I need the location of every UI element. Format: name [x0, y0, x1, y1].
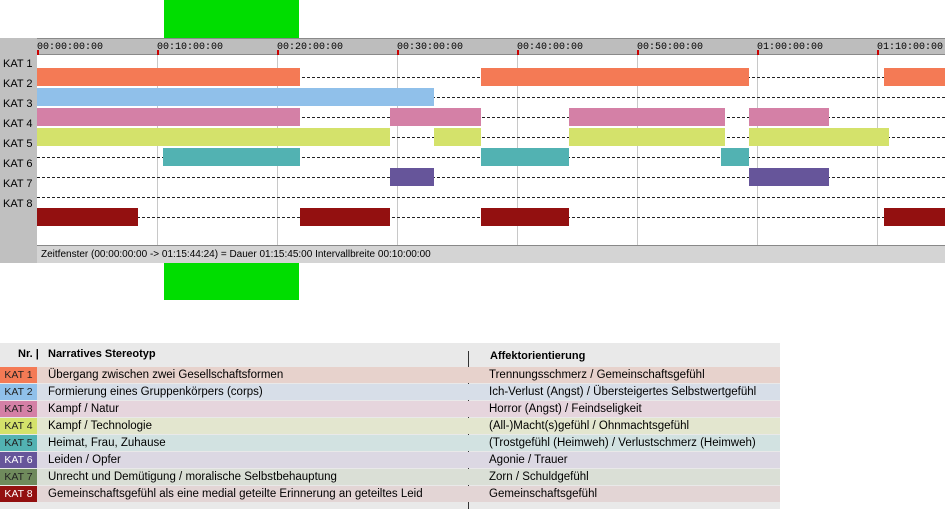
segment-bar-kat-4[interactable] — [569, 128, 725, 146]
lane-line — [37, 197, 945, 198]
segment-bar-kat-1[interactable] — [37, 68, 300, 86]
affect-text: (All-)Macht(s)gefühl / Ohnmachtsgefühl — [489, 420, 690, 432]
highlight-window-top — [164, 0, 299, 38]
segment-bar-kat-3[interactable] — [37, 108, 300, 126]
tick-label: 00:40:00:00 — [517, 42, 584, 53]
category-badge: KAT 3 — [0, 401, 37, 417]
legend-header-stereotype: Narratives Stereotyp — [48, 348, 156, 360]
affect-text: Zorn / Schuldgefühl — [489, 471, 589, 483]
legend-header-affect: Affektorientierung — [490, 350, 586, 362]
segment-bar-kat-3[interactable] — [569, 108, 725, 126]
row-label: KAT 3 — [3, 98, 33, 110]
segment-bar-kat-3[interactable] — [749, 108, 829, 126]
row-label: KAT 2 — [3, 78, 33, 90]
segment-bar-kat-4[interactable] — [37, 128, 390, 146]
category-badge: KAT 6 — [0, 452, 37, 468]
legend-row-background — [37, 401, 780, 417]
segment-bar-kat-2[interactable] — [37, 88, 434, 106]
row-label: KAT 7 — [3, 178, 33, 190]
legend-row: KAT 6 Leiden / Opfer Agonie / Trauer — [0, 452, 780, 468]
stereotype-text: Gemeinschaftsgefühl als eine medial gete… — [48, 488, 423, 500]
legend-header-nr: Nr. | — [18, 348, 39, 360]
tick-label: 01:00:00:00 — [757, 42, 824, 53]
segment-bar-kat-5[interactable] — [721, 148, 749, 166]
legend-row: KAT 5 Heimat, Frau, Zuhause (Trostgefühl (… — [0, 435, 780, 451]
category-badge: KAT 7 — [0, 469, 37, 485]
affect-text: Trennungsschmerz / Gemeinschaftsgefühl — [489, 369, 705, 381]
segment-bar-kat-5[interactable] — [163, 148, 300, 166]
segment-bar-kat-8[interactable] — [37, 208, 138, 226]
category-badge: KAT 1 — [0, 367, 37, 383]
affect-text: Ich-Verlust (Angst) / Übersteigertes Sel… — [489, 386, 757, 398]
tick-label: 00:30:00:00 — [397, 42, 464, 53]
stereotype-text: Übergang zwischen zwei Gesellschaftsform… — [48, 369, 284, 381]
category-badge: KAT 5 — [0, 435, 37, 451]
highlight-window-bottom — [164, 263, 299, 300]
legend-row: KAT 2 Formierung eines Gruppenkörpers (co… — [0, 384, 780, 400]
row-label: KAT 4 — [3, 118, 33, 130]
status-text: Zeitfenster (00:00:00:00 -> 01:15:44:24)… — [41, 249, 431, 260]
row-label: KAT 5 — [3, 138, 33, 150]
segment-bar-kat-8[interactable] — [481, 208, 569, 226]
legend-row: KAT 3 Kampf / Natur Horror (Angst) / Feind… — [0, 401, 780, 417]
stereotype-text: Formierung eines Gruppenkörpers (corps) — [48, 386, 263, 398]
segment-bar-kat-3[interactable] — [390, 108, 481, 126]
tick-label: 00:10:00:00 — [157, 42, 224, 53]
affect-text: Gemeinschaftsgefühl — [489, 488, 598, 500]
segment-bar-kat-4[interactable] — [749, 128, 889, 146]
legend-row: KAT 1 Übergang zwischen zwei Gesellschaft… — [0, 367, 780, 383]
legend-row-background — [37, 452, 780, 468]
category-badge: KAT 2 — [0, 384, 37, 400]
affect-text: (Trostgefühl (Heimweh) / Verlustschmerz … — [489, 437, 756, 449]
affect-text: Agonie / Trauer — [489, 454, 568, 466]
segment-bar-kat-6[interactable] — [749, 168, 829, 186]
tick-label: 00:00:00:00 — [37, 42, 104, 53]
segment-bar-kat-6[interactable] — [390, 168, 434, 186]
stereotype-text: Leiden / Opfer — [48, 454, 121, 466]
segment-bar-kat-4[interactable] — [434, 128, 481, 146]
stereotype-text: Kampf / Natur — [48, 403, 119, 415]
segment-bar-kat-8[interactable] — [884, 208, 945, 226]
row-label: KAT 8 — [3, 198, 33, 210]
stereotype-text: Heimat, Frau, Zuhause — [48, 437, 166, 449]
category-badge: KAT 4 — [0, 418, 37, 434]
tick-label: 00:50:00:00 — [637, 42, 704, 53]
row-label: KAT 6 — [3, 158, 33, 170]
segment-bar-kat-5[interactable] — [481, 148, 569, 166]
tick-label: 01:10:00:00 — [877, 42, 944, 53]
legend-row: KAT 8 Gemeinschaftsgefühl als eine medial… — [0, 486, 780, 502]
segment-bar-kat-8[interactable] — [300, 208, 390, 226]
legend-table: Nr. | Narratives Stereotyp Affektorienti… — [0, 343, 780, 509]
segment-bar-kat-1[interactable] — [481, 68, 749, 86]
segment-bar-kat-1[interactable] — [884, 68, 945, 86]
affect-text: Horror (Angst) / Feindseligkeit — [489, 403, 642, 415]
row-label: KAT 1 — [3, 58, 33, 70]
stereotype-text: Kampf / Technologie — [48, 420, 152, 432]
legend-row: KAT 4 Kampf / Technologie (All-)Macht(s)ge… — [0, 418, 780, 434]
tick-label: 00:20:00:00 — [277, 42, 344, 53]
category-badge: KAT 8 — [0, 486, 37, 502]
timeline-plot[interactable] — [37, 55, 945, 245]
status-bar: Zeitfenster (00:00:00:00 -> 01:15:44:24)… — [37, 245, 945, 263]
time-ruler[interactable]: 00:00:00:00 00:10:00:00 00:20:00:00 00:30:0… — [37, 38, 945, 55]
stereotype-text: Unrecht und Demütigung / moralische Selb… — [48, 471, 337, 483]
timeline-panel: 00:00:00:00 00:10:00:00 00:20:00:00 00:30:0… — [0, 38, 945, 263]
legend-row: KAT 7 Unrecht und Demütigung / moralische… — [0, 469, 780, 485]
